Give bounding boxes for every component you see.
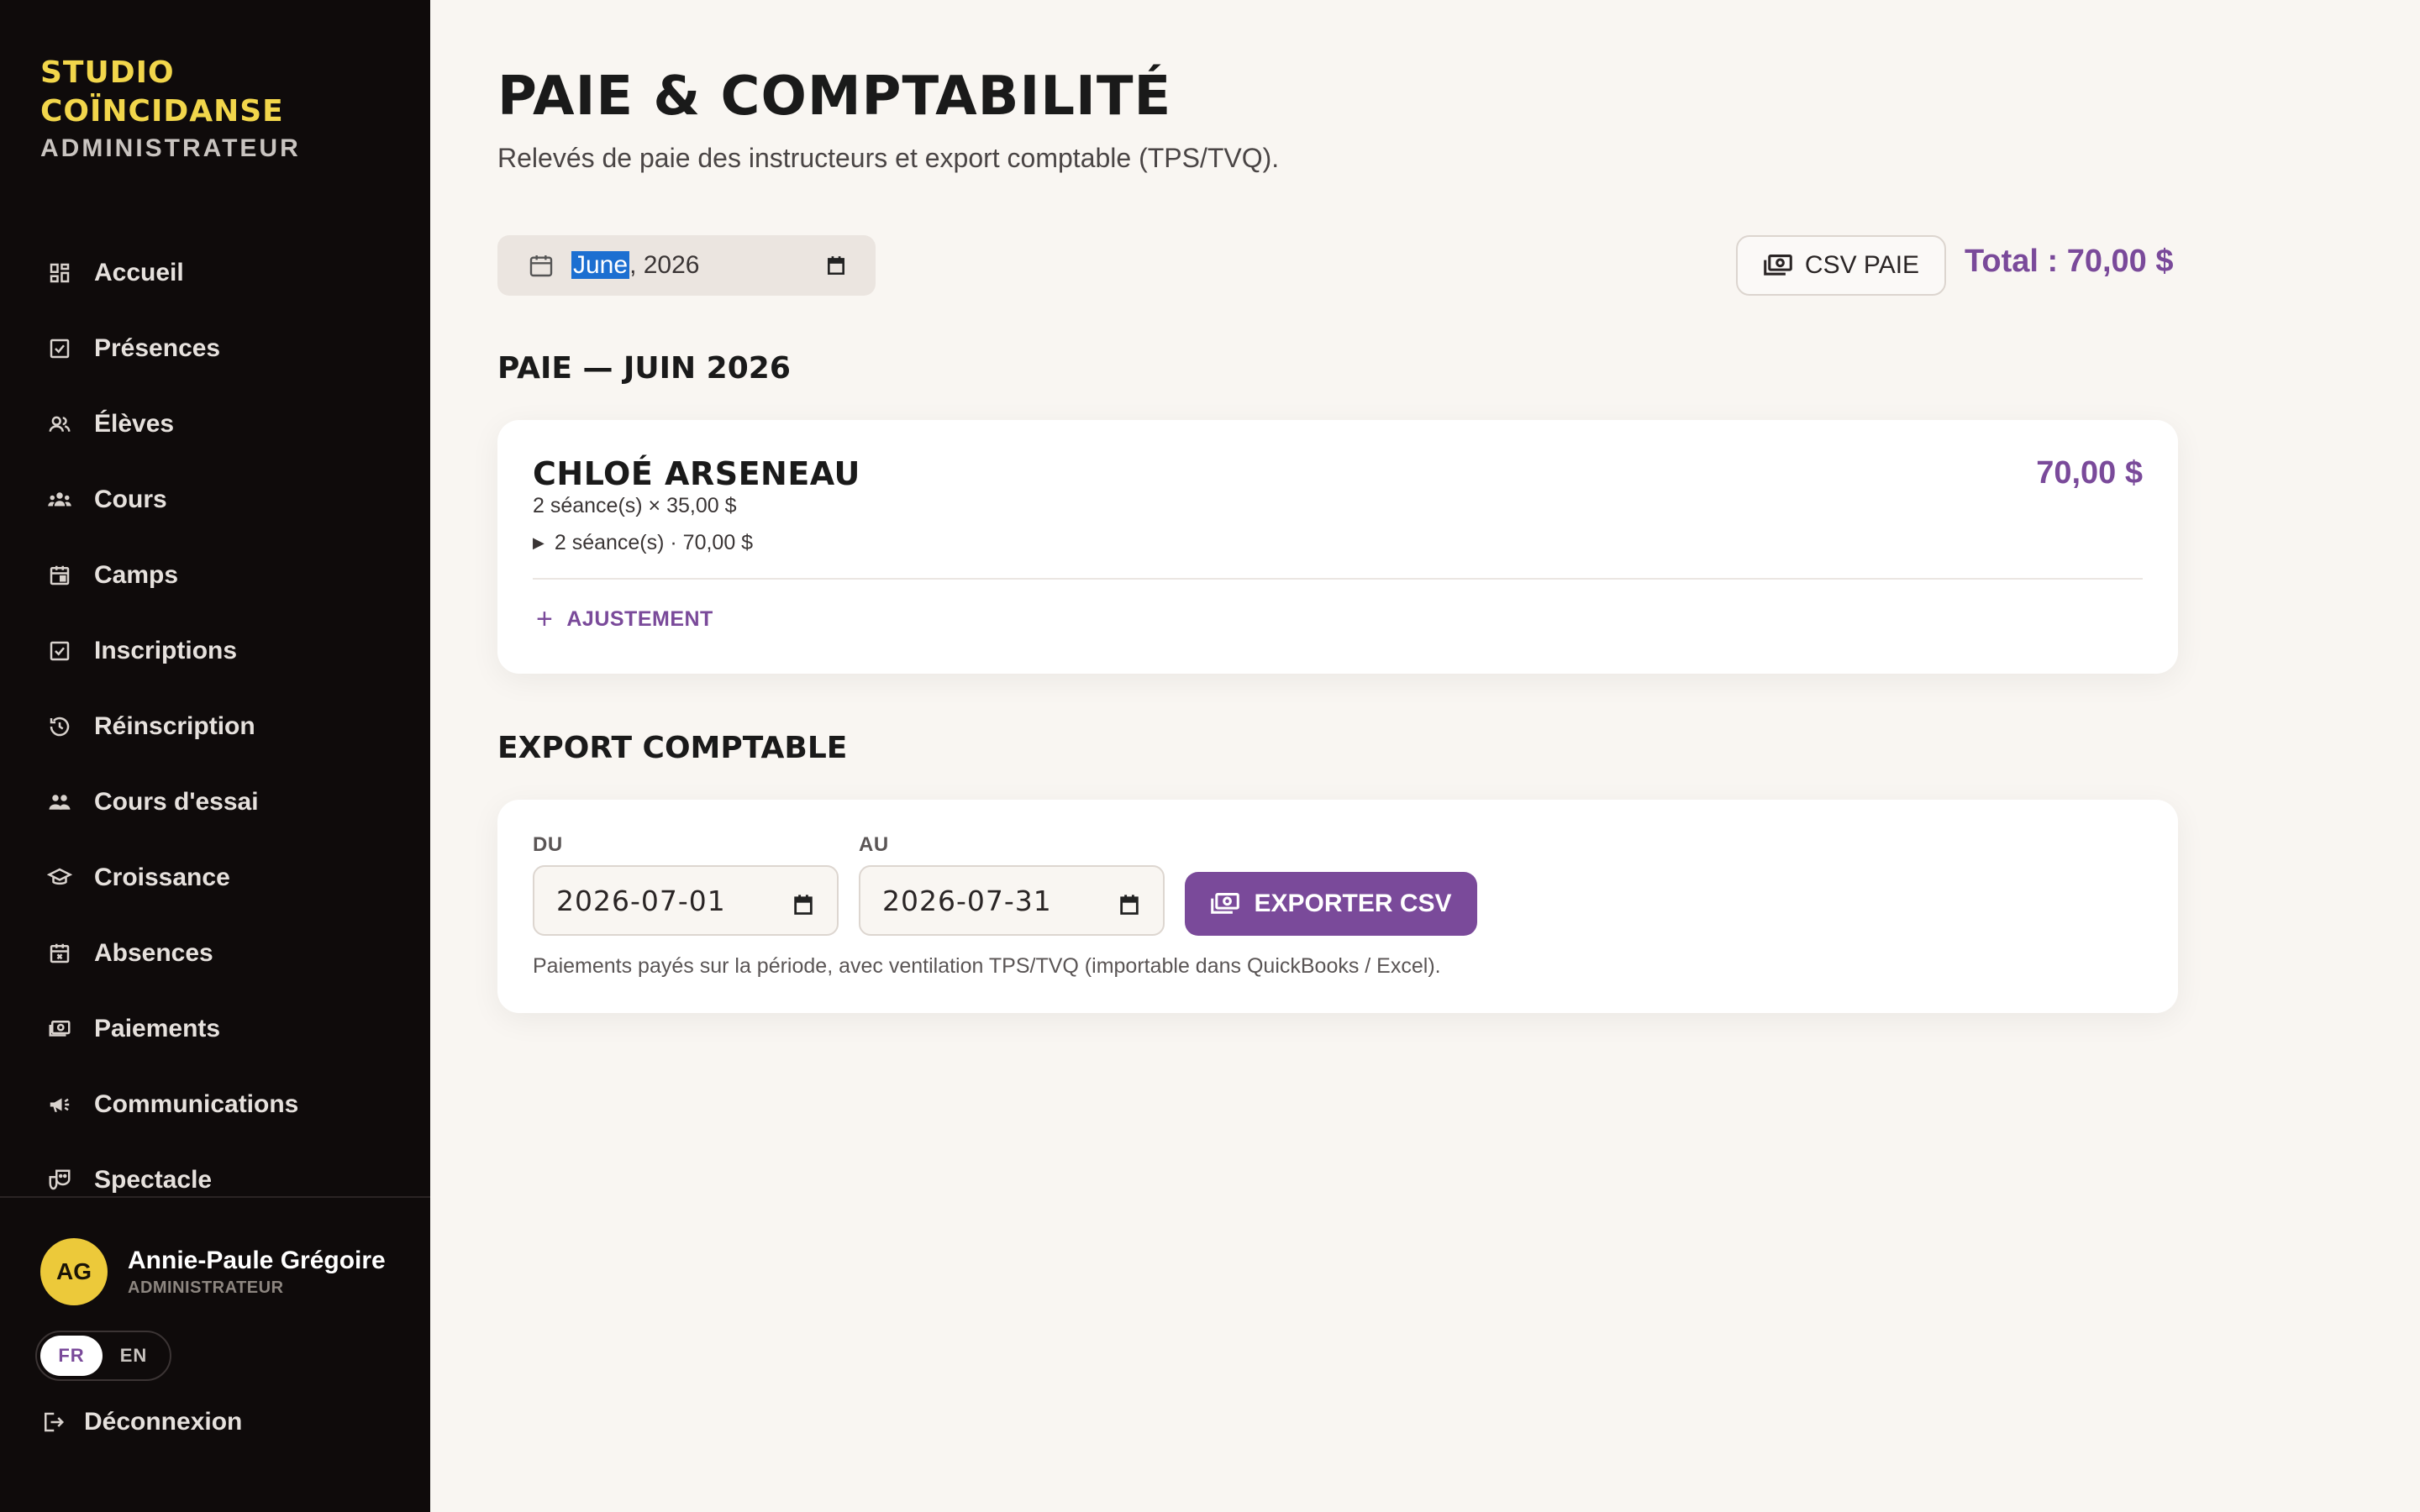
instructor-pay-card: CHLOÉ ARSENEAU 70,00 $ 2 séance(s) × 35,…	[497, 420, 2178, 674]
calendar-x-icon	[47, 941, 72, 966]
calendar-picker-icon[interactable]	[1118, 890, 1141, 915]
calendar-picker-icon[interactable]	[792, 890, 815, 915]
brand: STUDIO COÏNCIDANSE ADMINISTRATEUR	[40, 54, 301, 163]
csv-paie-button[interactable]: CSV PAIE	[1736, 235, 1946, 296]
export-section-title: EXPORT COMPTABLE	[497, 731, 848, 765]
sidebar-item-label: Communications	[94, 1090, 299, 1118]
sidebar-item-label: Cours d'essai	[94, 788, 259, 816]
history-icon	[47, 714, 72, 739]
from-label: DU	[533, 833, 563, 856]
user-name: Annie-Paule Grégoire	[128, 1246, 386, 1274]
from-date-input[interactable]: 2026-07-01	[533, 865, 839, 936]
sidebar-nav: Accueil Présences Élèves Cours Camps Ins…	[0, 235, 430, 1218]
month-name-selected: June	[571, 251, 630, 279]
lang-fr-button[interactable]: FR	[40, 1336, 103, 1376]
sidebar-item-label: Accueil	[94, 259, 184, 286]
money-icon	[47, 1016, 72, 1042]
sidebar-item-inscriptions[interactable]: Inscriptions	[0, 613, 430, 689]
sidebar-item-spectacle[interactable]: Spectacle	[0, 1142, 430, 1218]
instructor-name: CHLOÉ ARSENEAU	[533, 455, 860, 492]
logout-label: Déconnexion	[84, 1408, 243, 1436]
sidebar-item-presences[interactable]: Présences	[0, 311, 430, 386]
sidebar-item-label: Élèves	[94, 410, 175, 438]
sidebar-item-cours[interactable]: Cours	[0, 462, 430, 538]
group-icon	[47, 487, 72, 512]
sidebar-item-label: Cours	[94, 486, 167, 513]
sidebar-item-label: Présences	[94, 334, 221, 362]
export-card: DU 2026-07-01 AU 2026-07-31 EXPORTER CSV…	[497, 800, 2178, 1013]
session-summary-label: 2 séance(s) · 70,00 $	[554, 531, 754, 554]
export-csv-button[interactable]: EXPORTER CSV	[1185, 872, 1477, 936]
avatar: AG	[40, 1238, 108, 1305]
calendar-icon	[47, 563, 72, 588]
money-icon	[1764, 255, 1792, 276]
sidebar-item-label: Camps	[94, 561, 179, 589]
month-year: , 2026	[629, 251, 700, 279]
people-icon	[47, 790, 72, 815]
sidebar-item-label: Inscriptions	[94, 637, 238, 664]
export-note: Paiements payés sur la période, avec ven…	[533, 954, 1441, 978]
export-csv-label: EXPORTER CSV	[1254, 890, 1452, 917]
logout-icon	[40, 1410, 66, 1435]
sidebar-item-cours-essai[interactable]: Cours d'essai	[0, 764, 430, 840]
calendar-picker-icon[interactable]	[825, 255, 847, 276]
session-summary-toggle[interactable]: ▶ 2 séance(s) · 70,00 $	[533, 531, 753, 555]
total-amount: Total : 70,00 $	[1965, 244, 2174, 279]
adjustment-label: AJUSTEMENT	[566, 607, 713, 631]
sidebar-item-label: Croissance	[94, 864, 230, 891]
brand-role: ADMINISTRATEUR	[40, 134, 301, 162]
page-title: PAIE & COMPTABILITÉ	[497, 66, 1172, 128]
page-subtitle: Relevés de paie des instructeurs et expo…	[497, 143, 1280, 173]
triangle-right-icon: ▶	[533, 534, 544, 551]
month-value: June, 2026	[571, 251, 699, 280]
session-detail: 2 séance(s) × 35,00 $	[533, 494, 737, 517]
plus-icon: +	[536, 603, 554, 635]
brand-line-2: COÏNCIDANSE	[40, 94, 284, 129]
sidebar-item-label: Spectacle	[94, 1166, 213, 1194]
card-divider	[533, 578, 2143, 580]
instructor-amount: 70,00 $	[2036, 455, 2143, 491]
sidebar-item-label: Paiements	[94, 1015, 221, 1042]
language-toggle: FR EN	[35, 1331, 171, 1381]
theater-icon	[47, 1168, 72, 1193]
add-adjustment-button[interactable]: + AJUSTEMENT	[533, 603, 713, 636]
to-date-input[interactable]: 2026-07-31	[859, 865, 1165, 936]
csv-paie-label: CSV PAIE	[1804, 251, 1920, 279]
sidebar: STUDIO COÏNCIDANSE ADMINISTRATEUR Accuei…	[0, 0, 430, 1512]
month-picker[interactable]: June, 2026	[497, 235, 876, 296]
sidebar-item-camps[interactable]: Camps	[0, 538, 430, 613]
sidebar-item-accueil[interactable]: Accueil	[0, 235, 430, 311]
sidebar-divider	[0, 1196, 430, 1198]
checkbox-icon	[47, 336, 72, 361]
lang-en-button[interactable]: EN	[103, 1336, 165, 1376]
sidebar-item-absences[interactable]: Absences	[0, 916, 430, 991]
logout-button[interactable]: Déconnexion	[40, 1408, 242, 1436]
sidebar-item-communications[interactable]: Communications	[0, 1067, 430, 1142]
money-icon	[1211, 893, 1240, 914]
sidebar-item-croissance[interactable]: Croissance	[0, 840, 430, 916]
sidebar-item-reinscription[interactable]: Réinscription	[0, 689, 430, 764]
checklist-icon	[47, 638, 72, 664]
megaphone-icon	[47, 1092, 72, 1117]
sidebar-item-label: Réinscription	[94, 712, 255, 740]
sidebar-item-paiements[interactable]: Paiements	[0, 991, 430, 1067]
sidebar-item-label: Absences	[94, 939, 213, 967]
graduation-icon	[47, 865, 72, 890]
payroll-section-title: PAIE — JUIN 2026	[497, 351, 791, 386]
calendar-icon	[528, 252, 555, 279]
to-label: AU	[859, 833, 889, 856]
from-date-value: 2026-07-01	[556, 884, 726, 917]
dashboard-icon	[47, 260, 72, 286]
sidebar-item-eleves[interactable]: Élèves	[0, 386, 430, 462]
user-profile: AG Annie-Paule Grégoire ADMINISTRATEUR	[40, 1238, 386, 1305]
users-icon	[47, 412, 72, 437]
user-role: ADMINISTRATEUR	[128, 1278, 284, 1297]
brand-line-1: STUDIO	[40, 55, 175, 90]
to-date-value: 2026-07-31	[882, 884, 1052, 917]
